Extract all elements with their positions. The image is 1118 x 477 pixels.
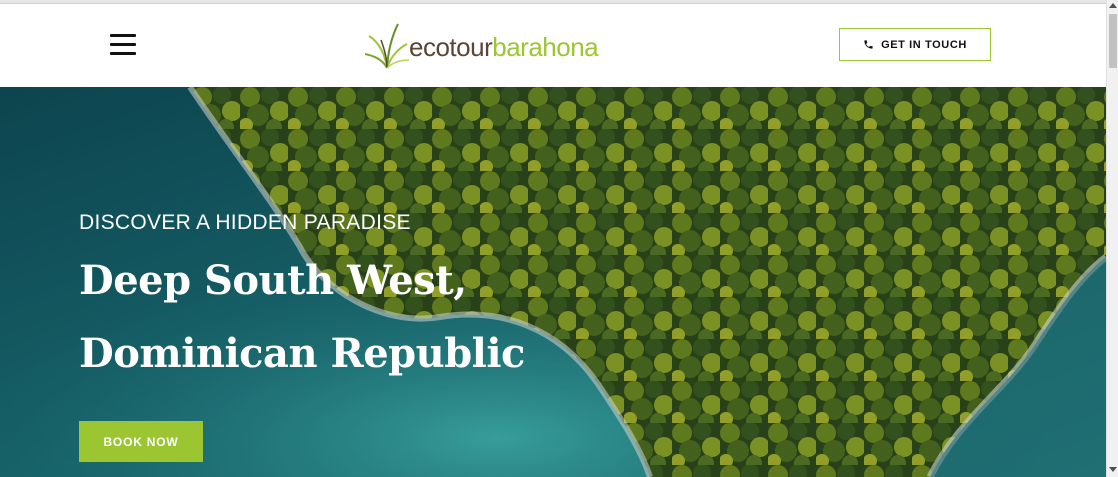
phone-icon bbox=[864, 40, 873, 49]
book-now-button[interactable]: BOOK NOW bbox=[79, 421, 203, 462]
page-scrollbar[interactable] bbox=[1106, 0, 1118, 477]
logo-brand-text: barahona bbox=[492, 32, 599, 62]
menu-bar bbox=[110, 43, 136, 46]
hamburger-menu-icon[interactable] bbox=[110, 34, 136, 56]
get-in-touch-button[interactable]: GET IN TOUCH bbox=[839, 28, 991, 61]
hero-title-line-1: Deep South West, bbox=[79, 257, 467, 304]
hero-section: DISCOVER A HIDDEN PARADISE Deep South We… bbox=[0, 87, 1106, 477]
menu-bar bbox=[110, 52, 136, 55]
scroll-thumb[interactable] bbox=[1109, 14, 1117, 68]
scroll-down-icon[interactable] bbox=[1109, 467, 1117, 472]
hero-eyebrow: DISCOVER A HIDDEN PARADISE bbox=[79, 211, 411, 234]
grass-leaf-icon bbox=[365, 23, 409, 69]
scroll-up-icon[interactable] bbox=[1109, 3, 1117, 8]
menu-bar bbox=[110, 34, 136, 37]
logo-wordmark: ecotourbarahona bbox=[409, 32, 599, 63]
hero-title-line-2: Dominican Republic bbox=[79, 330, 525, 377]
get-in-touch-label: GET IN TOUCH bbox=[881, 38, 967, 51]
site-logo[interactable]: ecotourbarahona bbox=[365, 22, 615, 70]
logo-eco-text: ecotour bbox=[409, 32, 493, 62]
site-header: ecotourbarahona GET IN TOUCH bbox=[0, 4, 1106, 87]
